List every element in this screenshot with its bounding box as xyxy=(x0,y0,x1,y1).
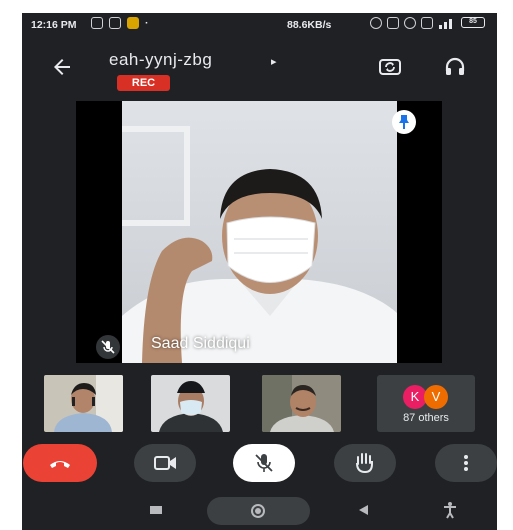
switch-camera-icon[interactable] xyxy=(377,55,403,79)
back-nav-icon[interactable] xyxy=(356,503,370,517)
network-speed: 88.6KB/s xyxy=(287,19,332,31)
data-saver-icon xyxy=(387,17,399,29)
headset-status-icon xyxy=(370,17,382,29)
more-vert-icon xyxy=(464,455,468,471)
recording-badge: REC xyxy=(117,75,170,91)
avatar: V xyxy=(424,385,448,409)
home-icon xyxy=(251,504,265,518)
status-time: 12:16 PM xyxy=(31,19,77,31)
recents-icon[interactable] xyxy=(150,506,162,514)
mic-off-icon xyxy=(255,454,273,472)
raise-hand-button[interactable] xyxy=(334,444,396,482)
pin-icon[interactable] xyxy=(392,110,416,134)
end-call-button[interactable] xyxy=(23,444,97,482)
participant-thumbnail[interactable] xyxy=(151,375,230,432)
more-options-button[interactable] xyxy=(435,444,497,482)
video-camera-icon xyxy=(154,456,176,470)
main-video-tile[interactable]: Saad Siddiqui xyxy=(76,101,442,363)
others-tile[interactable]: K V 87 others xyxy=(377,375,475,432)
meeting-title[interactable]: eah-yynj-zbg xyxy=(109,50,212,70)
status-dot: · xyxy=(145,17,149,29)
mic-off-icon xyxy=(96,335,120,359)
battery-icon: 85 xyxy=(461,17,485,28)
sim-icon xyxy=(421,17,433,29)
accessibility-icon[interactable] xyxy=(442,501,458,519)
participant-video xyxy=(122,101,397,363)
participant-name: Saad Siddiqui xyxy=(151,335,250,352)
microphone-button[interactable] xyxy=(233,444,295,482)
system-icons: 85 xyxy=(370,17,485,29)
signal-icon xyxy=(439,19,452,29)
participant-thumbnail[interactable] xyxy=(44,375,123,432)
home-button[interactable] xyxy=(207,497,310,525)
participant-video xyxy=(262,375,341,432)
notification-icon xyxy=(91,17,103,29)
phone-hangup-icon xyxy=(50,461,70,468)
participant-video xyxy=(151,375,230,432)
status-bar: 12:16 PM · 88.6KB/s 85 xyxy=(22,13,497,37)
phone-screen: 12:16 PM · 88.6KB/s 85 eah-yynj-zbg ▸ RE… xyxy=(22,13,497,530)
participant-figure xyxy=(122,169,397,363)
notification-icon xyxy=(127,17,139,29)
raise-hand-icon xyxy=(356,453,373,474)
alarm-icon xyxy=(404,17,416,29)
back-arrow-icon[interactable] xyxy=(50,55,74,79)
navigation-bar xyxy=(22,494,497,530)
notification-icon xyxy=(109,17,121,29)
participant-video xyxy=(44,375,123,432)
camera-button[interactable] xyxy=(134,444,196,482)
others-count: 87 others xyxy=(403,412,449,424)
participant-thumbnail[interactable] xyxy=(262,375,341,432)
meeting-details-arrow[interactable]: ▸ xyxy=(271,55,277,68)
notification-icons: · xyxy=(91,17,149,29)
headphones-icon[interactable] xyxy=(442,55,468,79)
